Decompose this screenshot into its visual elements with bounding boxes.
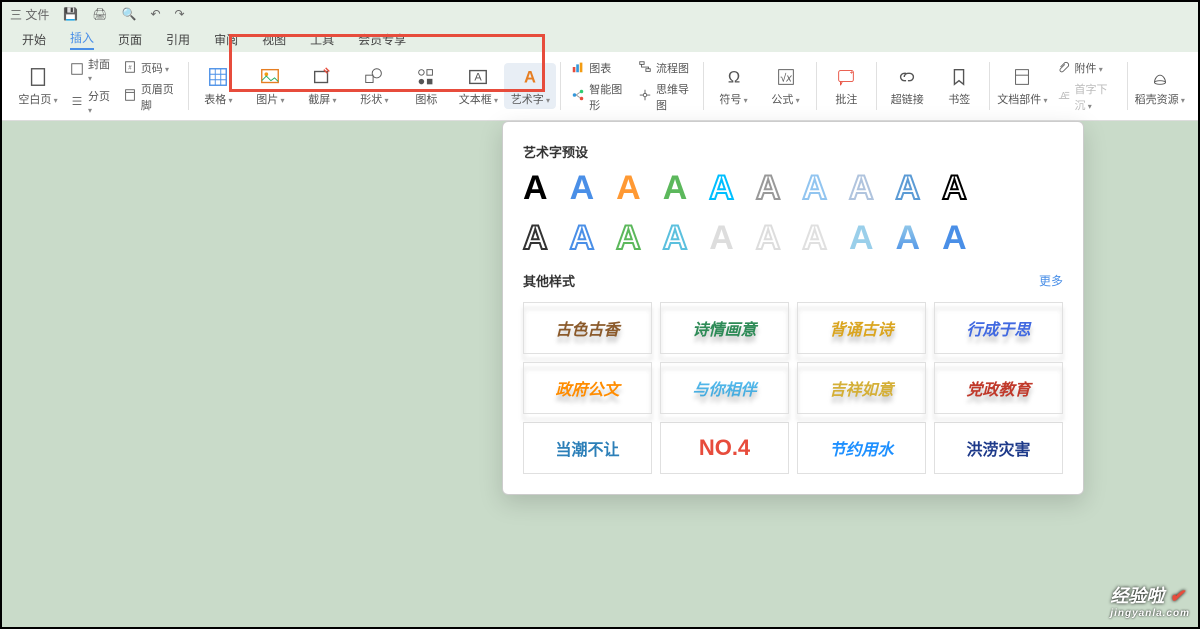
- svg-text:√x: √x: [780, 73, 792, 85]
- formula-button[interactable]: √x 公式: [760, 63, 812, 109]
- symbol-button[interactable]: Ω 符号: [708, 63, 760, 109]
- flowchart-button[interactable]: 流程图: [638, 60, 693, 77]
- textbox-button[interactable]: A 文本框: [452, 63, 504, 109]
- wordart-popup: 艺术字预设 A A A A A A A A A A A A A A A A A: [502, 121, 1084, 495]
- window-title-bar: 三 文件 💾 🖨 🔍 ↶ ↷: [2, 2, 1198, 26]
- style-grid: 古色古香 诗情画意 背诵古诗 行成于思 政府公文 与你相伴 吉祥如意 党政教育 …: [523, 302, 1063, 474]
- preset-a5[interactable]: A: [709, 171, 734, 205]
- style-card-6[interactable]: 与你相伴: [660, 362, 789, 414]
- icon-button[interactable]: 图标: [400, 63, 452, 109]
- style-card-7[interactable]: 吉祥如意: [797, 362, 926, 414]
- preset-a4[interactable]: A: [663, 171, 688, 205]
- style-card-8[interactable]: 党政教育: [934, 362, 1063, 414]
- tab-member[interactable]: 会员专享: [358, 31, 406, 48]
- file-menu[interactable]: 三 文件: [10, 6, 49, 23]
- style-card-10[interactable]: NO.4: [660, 422, 789, 474]
- preview-icon[interactable]: 🔍: [122, 7, 137, 21]
- svg-text:A: A: [475, 72, 483, 84]
- save-icon[interactable]: 💾: [63, 7, 78, 21]
- preset-b8[interactable]: A: [849, 221, 874, 255]
- style-card-3[interactable]: 背诵古诗: [797, 302, 926, 354]
- other-styles-title: 其他样式: [523, 271, 575, 290]
- tab-view[interactable]: 视图: [262, 31, 286, 48]
- style-card-4[interactable]: 行成于思: [934, 302, 1063, 354]
- style-card-11[interactable]: 节约用水: [797, 422, 926, 474]
- tab-page[interactable]: 页面: [118, 31, 142, 48]
- menu-bar: 开始 插入 页面 引用 审阅 视图 工具 会员专享: [2, 26, 1198, 52]
- dropcap-button: A首字下沉: [1057, 81, 1117, 113]
- docpart-button[interactable]: 文档部件: [994, 63, 1050, 109]
- more-link[interactable]: 更多: [1039, 272, 1063, 289]
- redo-icon[interactable]: ↷: [175, 7, 185, 21]
- preset-b2[interactable]: A: [570, 221, 595, 255]
- shape-button[interactable]: 形状: [348, 63, 400, 109]
- preset-b4[interactable]: A: [663, 221, 688, 255]
- svg-text:+: +: [850, 67, 854, 76]
- hyperlink-button[interactable]: 超链接: [881, 63, 933, 109]
- watermark: 经验啦 ✔ jingyanla.com: [1110, 582, 1190, 619]
- mindmap-button[interactable]: 思维导图: [638, 81, 693, 113]
- preset-a2[interactable]: A: [570, 171, 595, 205]
- preset-title: 艺术字预设: [523, 142, 1063, 161]
- ribbon: 空白页 封面 分页 #页码 页眉页脚 表格 图片 截屏 形状 图标: [2, 52, 1198, 121]
- preset-a3[interactable]: A: [616, 171, 641, 205]
- preset-b5[interactable]: A: [709, 221, 734, 255]
- preset-b1[interactable]: A: [523, 221, 548, 255]
- cover-button[interactable]: 封面: [70, 56, 111, 84]
- tab-tools[interactable]: 工具: [310, 31, 334, 48]
- style-card-12[interactable]: 洪涝灾害: [934, 422, 1063, 474]
- style-card-2[interactable]: 诗情画意: [660, 302, 789, 354]
- preset-a8[interactable]: A: [849, 171, 874, 205]
- undo-icon[interactable]: ↶: [150, 7, 160, 21]
- print-icon[interactable]: 🖨: [92, 7, 107, 21]
- svg-text:#: #: [128, 64, 132, 71]
- preset-b6[interactable]: A: [756, 221, 781, 255]
- tab-start[interactable]: 开始: [22, 31, 46, 48]
- headerfooter-button[interactable]: 页眉页脚: [123, 81, 178, 113]
- preset-b3[interactable]: A: [616, 221, 641, 255]
- svg-text:Ω: Ω: [727, 69, 739, 87]
- preset-a10[interactable]: A: [942, 171, 967, 205]
- wordart-button[interactable]: A 艺术字: [504, 63, 556, 109]
- bookmark-button[interactable]: 书签: [933, 63, 985, 109]
- table-button[interactable]: 表格: [192, 63, 244, 109]
- style-card-1[interactable]: 古色古香: [523, 302, 652, 354]
- smartart-button[interactable]: 智能图形: [571, 81, 626, 113]
- preset-b9[interactable]: A: [896, 221, 921, 255]
- pagenum-button[interactable]: #页码: [123, 60, 178, 77]
- tab-reference[interactable]: 引用: [166, 31, 190, 48]
- tab-review[interactable]: 审阅: [214, 31, 238, 48]
- style-card-5[interactable]: 政府公文: [523, 362, 652, 414]
- preset-b10[interactable]: A: [942, 221, 967, 255]
- tab-insert[interactable]: 插入: [70, 29, 94, 50]
- preset-a6[interactable]: A: [756, 171, 781, 205]
- chart-button[interactable]: 图表: [571, 60, 626, 77]
- preset-row-1: A A A A A A A A A A: [523, 171, 1063, 205]
- style-card-9[interactable]: 当潮不让: [523, 422, 652, 474]
- comment-button[interactable]: + 批注: [820, 63, 872, 109]
- preset-b7[interactable]: A: [802, 221, 827, 255]
- preset-a1[interactable]: A: [523, 171, 548, 205]
- attachment-button[interactable]: 附件: [1057, 60, 1117, 77]
- preset-a7[interactable]: A: [802, 171, 827, 205]
- preset-row-2: A A A A A A A A A A: [523, 221, 1063, 255]
- screenshot-button[interactable]: 截屏: [296, 63, 348, 109]
- section-button[interactable]: 分页: [70, 88, 111, 116]
- svg-text:A: A: [524, 69, 536, 87]
- resource-button[interactable]: 稻壳资源: [1132, 63, 1188, 109]
- preset-a9[interactable]: A: [896, 171, 921, 205]
- picture-button[interactable]: 图片: [244, 63, 296, 109]
- blank-page-button[interactable]: 空白页: [12, 63, 64, 109]
- document-canvas: 艺术字预设 A A A A A A A A A A A A A A A A A: [2, 121, 1198, 628]
